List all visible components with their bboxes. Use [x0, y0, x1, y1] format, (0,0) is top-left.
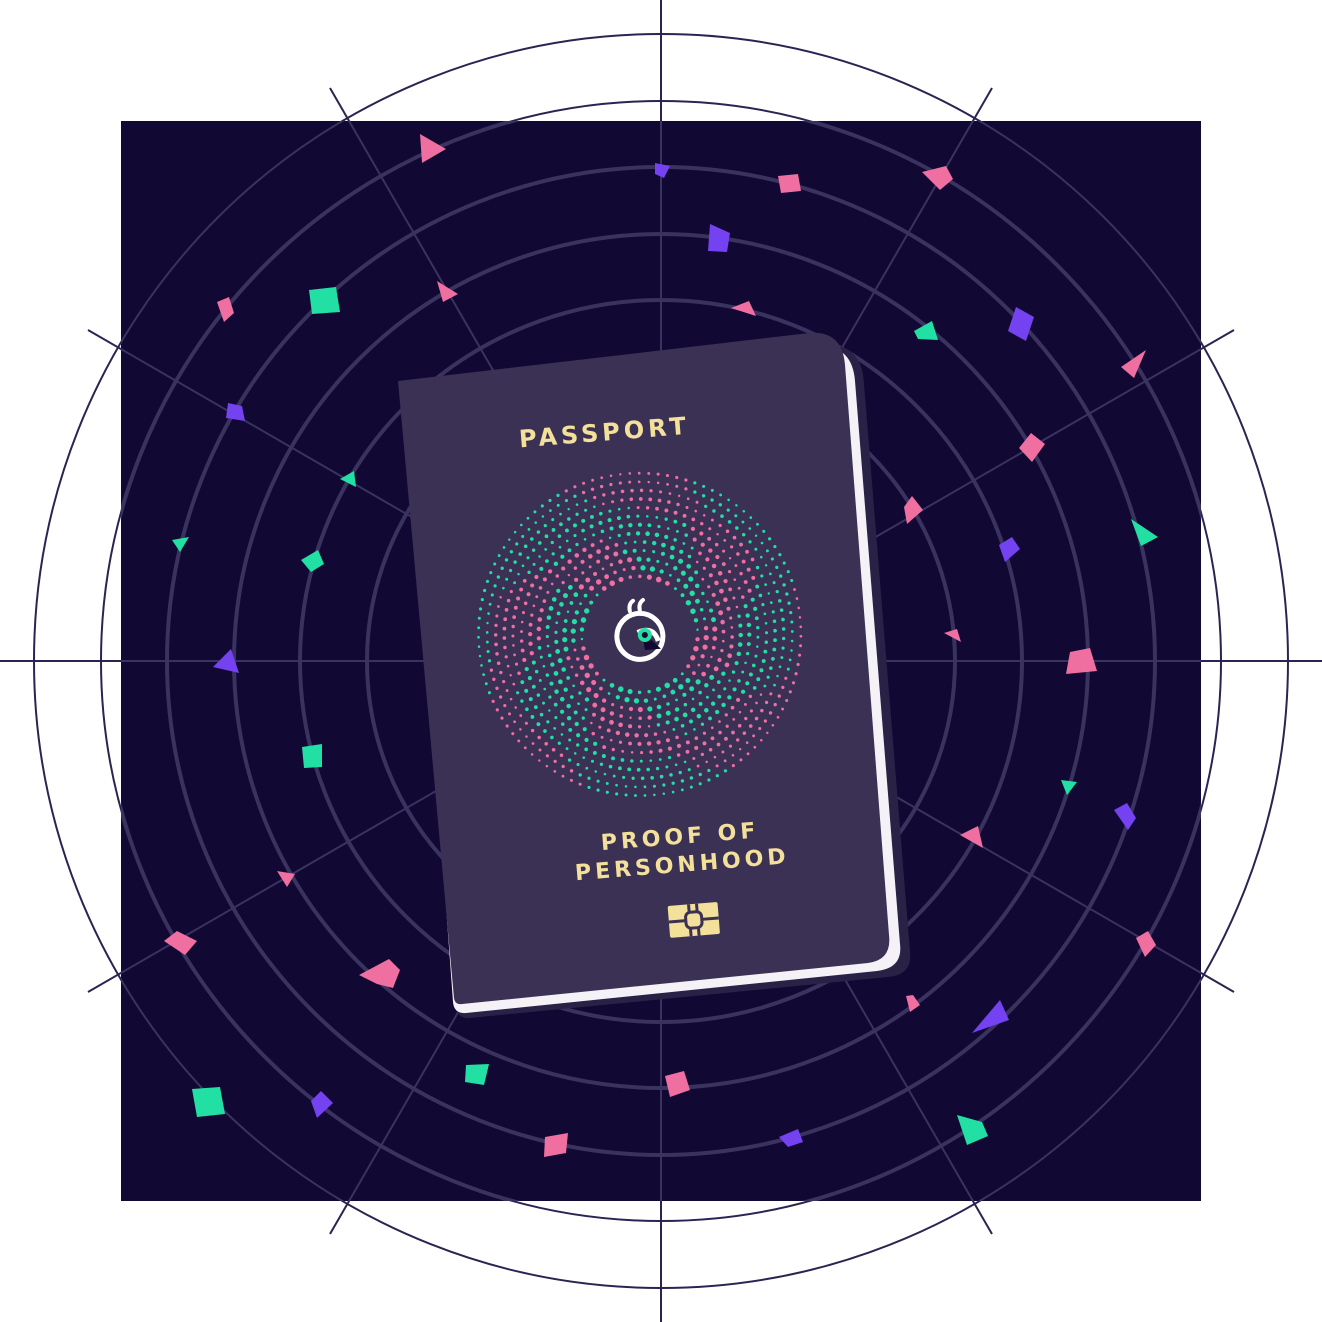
- confetti-piece: [302, 744, 322, 768]
- passport-book: PASSPORT PROOF OF PERSONHOOD: [398, 332, 911, 1019]
- confetti-piece: [778, 174, 801, 193]
- passport-illustration: PASSPORT PROOF OF PERSONHOOD: [0, 0, 1322, 1322]
- confetti-piece: [309, 287, 340, 314]
- confetti-piece: [192, 1087, 225, 1117]
- chip-icon: [667, 902, 720, 938]
